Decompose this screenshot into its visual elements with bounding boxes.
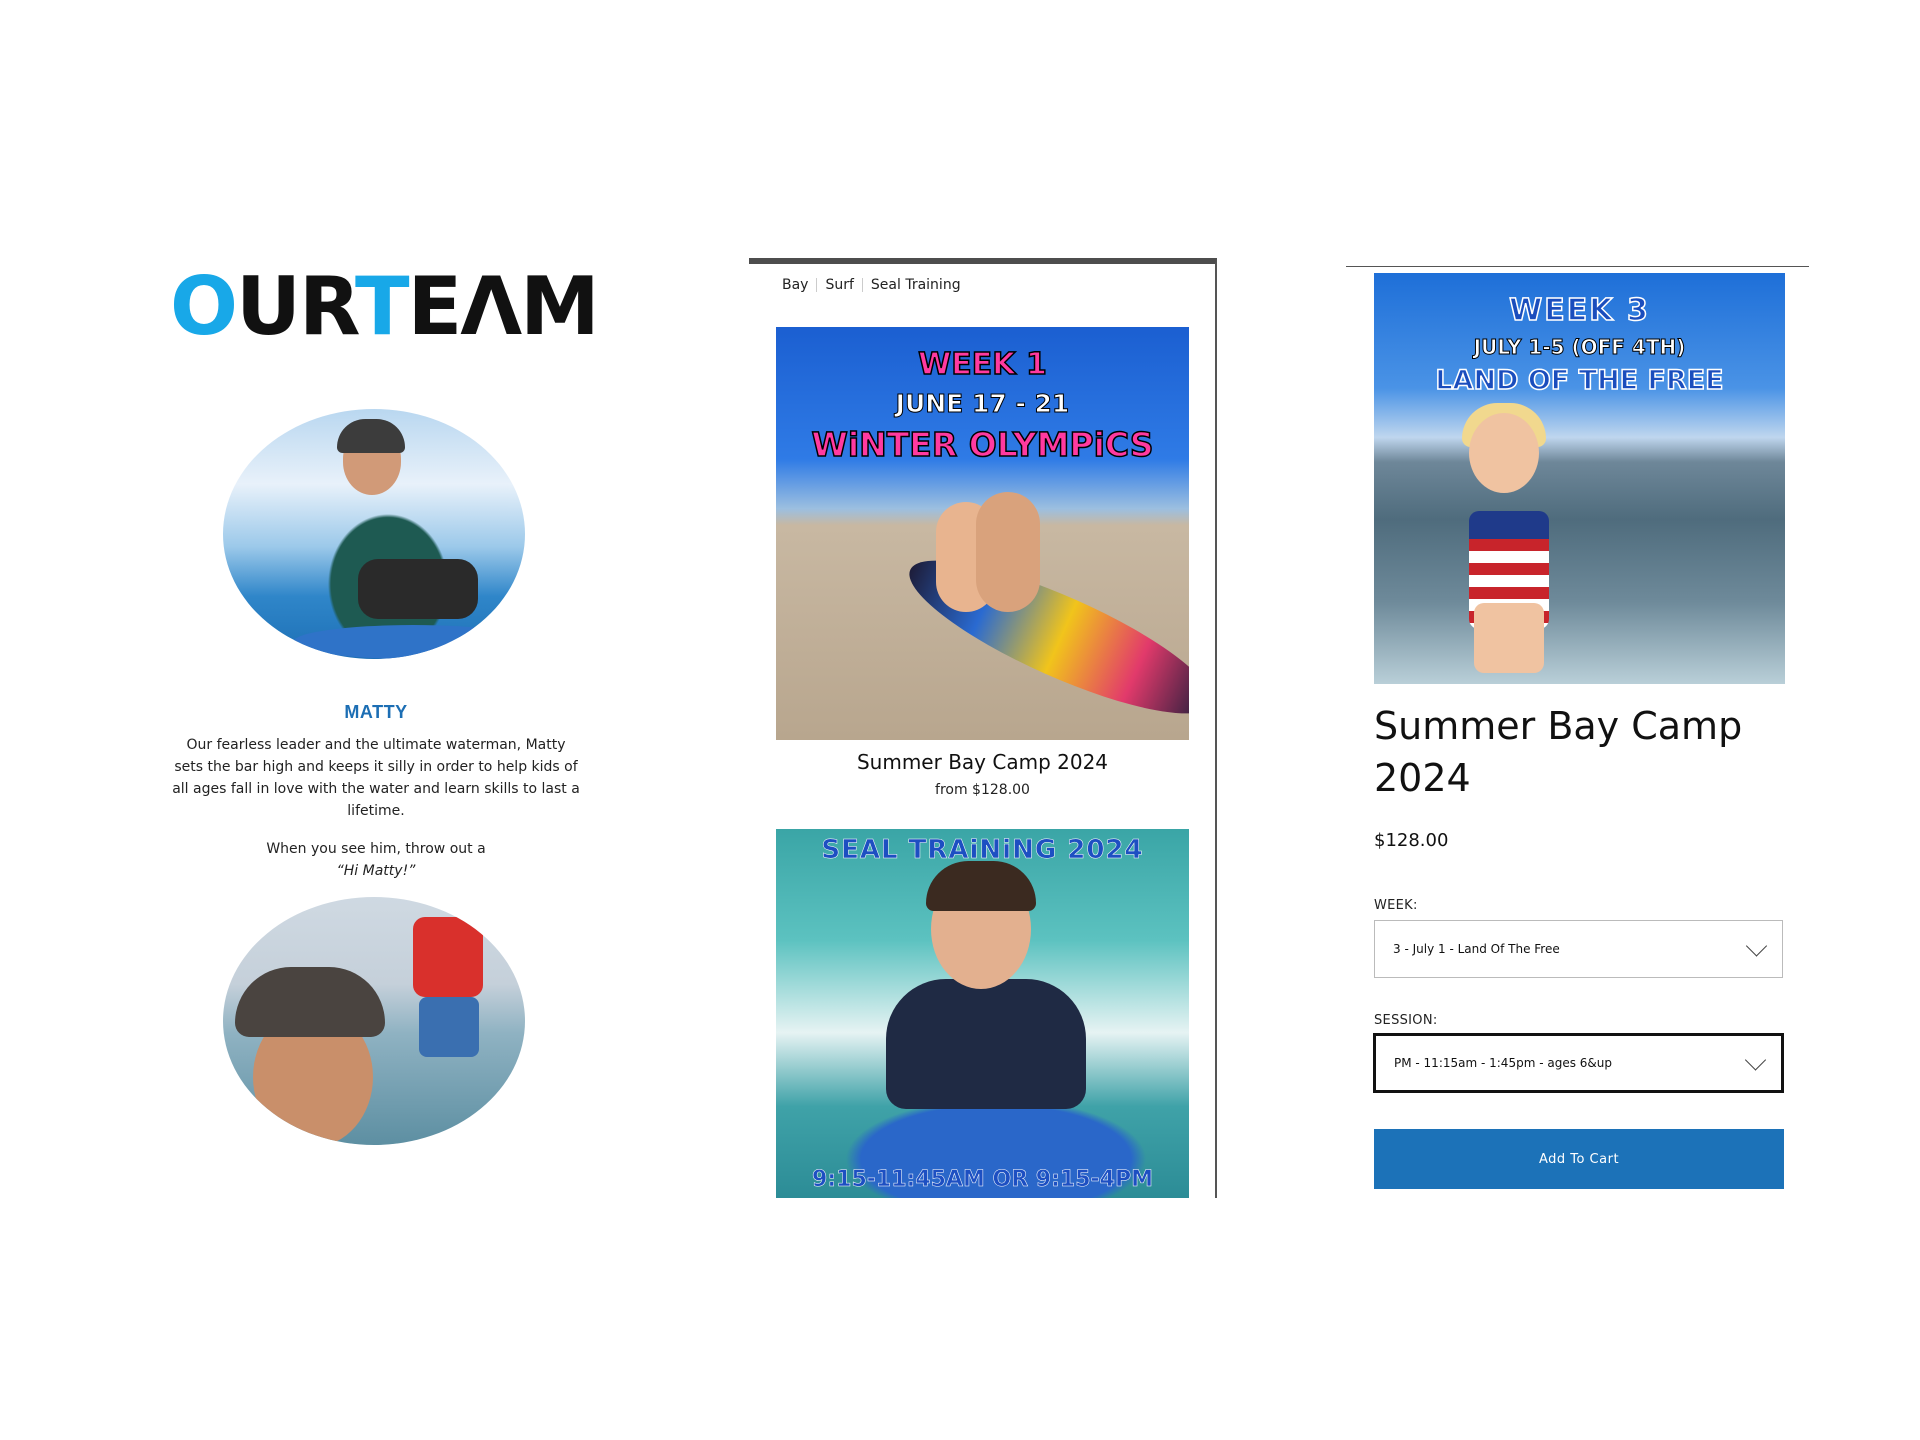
child-rashguard bbox=[886, 979, 1086, 1109]
product-image-seal-training[interactable]: SEAL TRAiNiNG 2024 9:15-11:45AM OR 9:15-… bbox=[776, 829, 1189, 1198]
product-card[interactable]: SEAL TRAiNiNG 2024 9:15-11:45AM OR 9:15-… bbox=[776, 829, 1189, 1198]
paddleboard bbox=[293, 625, 525, 659]
nav-divider bbox=[861, 278, 863, 292]
session-label: SESSION: bbox=[1374, 1013, 1438, 1028]
product-title: Summer Bay Camp 2024 bbox=[1374, 704, 1743, 800]
session-select[interactable]: PM - 11:15am - 1:45pm - ages 6&up bbox=[1374, 1034, 1783, 1092]
add-to-cart-button[interactable]: Add To Cart bbox=[1374, 1129, 1784, 1189]
team-member-name: MATTY bbox=[344, 702, 408, 722]
product-price: $128.00 bbox=[1374, 830, 1449, 851]
board-shorts bbox=[419, 997, 479, 1057]
image-caption-dates: JUNE 17 - 21 bbox=[895, 389, 1070, 419]
greeting-intro: When you see him, throw out a bbox=[266, 841, 486, 857]
chevron-down-icon bbox=[1745, 935, 1768, 957]
image-caption-week: WEEK 3 bbox=[1508, 292, 1650, 329]
girl-legs bbox=[1474, 603, 1544, 673]
product-name[interactable]: Summer Bay Camp 2024 bbox=[776, 750, 1189, 774]
child-figure bbox=[976, 492, 1040, 612]
category-surf[interactable]: Surf bbox=[825, 277, 853, 293]
image-caption-theme: LAND OF THE FREE bbox=[1435, 364, 1725, 397]
product-image-week1[interactable]: WEEK 1 JUNE 17 - 21 WiNTER OLYMPiCS bbox=[776, 327, 1189, 740]
image-caption-dates: JULY 1-5 (OFF 4TH) bbox=[1473, 335, 1686, 360]
product-detail-image[interactable]: WEEK 3 JULY 1-5 (OFF 4TH) LAND OF THE FR… bbox=[1374, 273, 1785, 684]
team-member-photo-2 bbox=[223, 897, 525, 1145]
team-member-greeting: When you see him, throw out a “Hi Matty!… bbox=[170, 838, 582, 882]
girl-head bbox=[1469, 413, 1539, 493]
image-caption-times: 9:15-11:45AM OR 9:15-4PM bbox=[812, 1167, 1153, 1193]
divider bbox=[1346, 266, 1809, 267]
chevron-down-icon bbox=[1744, 1049, 1767, 1071]
category-bay[interactable]: Bay bbox=[782, 277, 808, 293]
image-caption-week: WEEK 1 bbox=[917, 346, 1047, 383]
cap bbox=[337, 419, 405, 453]
product-price: from $128.00 bbox=[935, 782, 1030, 798]
category-nav: Bay Surf Seal Training bbox=[782, 277, 961, 293]
team-title-t: T bbox=[354, 260, 410, 353]
shop-listing-panel: Bay Surf Seal Training WEEK 1 JUNE 17 - … bbox=[749, 258, 1217, 1198]
team-title-ur: UR bbox=[236, 260, 357, 353]
product-card[interactable]: WEEK 1 JUNE 17 - 21 WiNTER OLYMPiCS Summ… bbox=[776, 327, 1189, 798]
flag-hat bbox=[235, 967, 385, 1037]
image-caption-title: SEAL TRAiNiNG 2024 bbox=[821, 835, 1144, 866]
category-seal-training[interactable]: Seal Training bbox=[871, 277, 961, 293]
red-rashguard bbox=[413, 917, 483, 997]
team-title: OURTEΛM bbox=[170, 260, 600, 353]
team-title-eam: EΛM bbox=[407, 260, 600, 353]
team-member-bio: Our fearless leader and the ultimate wat… bbox=[172, 737, 580, 819]
greeting-quote: “Hi Matty!” bbox=[336, 863, 416, 879]
week-select-value: 3 - July 1 - Land Of The Free bbox=[1393, 942, 1560, 956]
shorts bbox=[358, 559, 478, 619]
matty-photo bbox=[223, 409, 525, 659]
team-title-o: O bbox=[170, 260, 238, 353]
week-label: WEEK: bbox=[1374, 898, 1418, 913]
nav-divider bbox=[816, 278, 818, 292]
session-select-value: PM - 11:15am - 1:45pm - ages 6&up bbox=[1394, 1056, 1612, 1070]
image-caption-theme: WiNTER OLYMPiCS bbox=[811, 424, 1155, 465]
week-select[interactable]: 3 - July 1 - Land Of The Free bbox=[1374, 920, 1783, 978]
child-hair bbox=[926, 861, 1036, 911]
